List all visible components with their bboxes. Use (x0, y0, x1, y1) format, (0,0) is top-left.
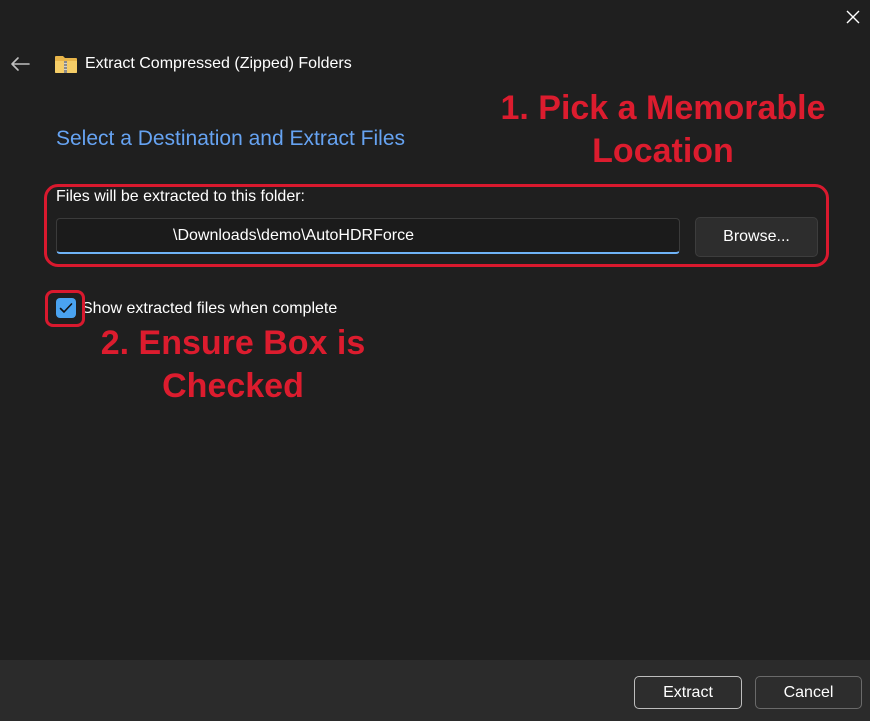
zipped-folder-icon (55, 56, 77, 73)
annotation-step-1: 1. Pick a Memorable Location (470, 87, 856, 173)
back-arrow-icon (11, 57, 30, 71)
show-files-label: Show extracted files when complete (82, 300, 338, 317)
cancel-button[interactable]: Cancel (755, 676, 862, 709)
back-button[interactable] (6, 50, 34, 78)
page-heading: Select a Destination and Extract Files (56, 127, 406, 150)
dialog-footer: Extract Cancel (0, 660, 870, 721)
annotation-step-1-line-2: Location (592, 132, 734, 170)
annotation-highlight-destination (44, 184, 829, 267)
close-button[interactable] (836, 0, 870, 34)
extract-dialog: Extract Compressed (Zipped) Folders Sele… (0, 0, 870, 721)
annotation-step-2-line-1: 2. Ensure Box is (100, 324, 366, 362)
extract-button[interactable]: Extract (634, 676, 742, 709)
title-bar: Extract Compressed (Zipped) Folders (54, 52, 352, 76)
annotation-highlight-checkbox (45, 290, 85, 327)
close-icon (846, 10, 860, 24)
annotation-step-1-line-1: 1. Pick a Memorable (500, 89, 826, 127)
annotation-step-2-line-2: Checked (162, 367, 304, 405)
annotation-step-2: 2. Ensure Box is Checked (80, 322, 386, 408)
window-title: Extract Compressed (Zipped) Folders (85, 55, 352, 72)
